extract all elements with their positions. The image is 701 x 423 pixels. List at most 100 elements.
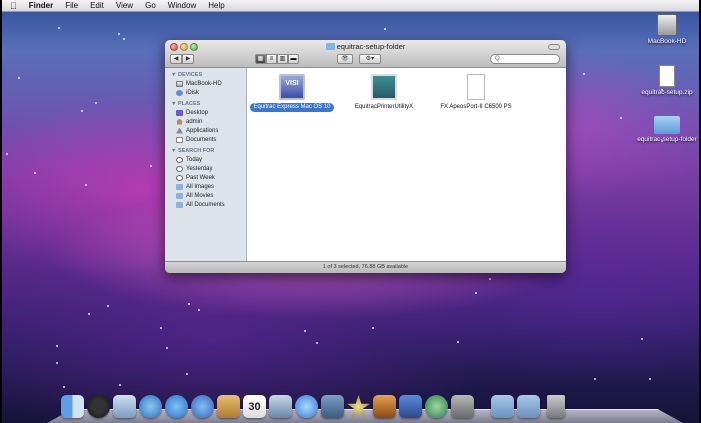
mail-icon[interactable] <box>113 395 136 418</box>
sidebar-item-all-images[interactable]: All Images <box>165 182 246 191</box>
status-bar: 1 of 3 selected, 76.88 GB available <box>165 261 566 273</box>
menu-file[interactable]: File <box>65 1 78 10</box>
sparkle <box>316 342 318 344</box>
system-preferences-icon[interactable] <box>451 395 474 418</box>
hard-drive-icon <box>657 14 677 36</box>
sidebar-item-yesterday[interactable]: Yesterday <box>165 164 246 173</box>
desktop-icon-macbook-hd[interactable]: MacBook-HD <box>635 14 699 45</box>
applications-icon <box>176 127 183 134</box>
back-button[interactable]: ◀ <box>170 54 182 64</box>
ichat-video-icon[interactable] <box>191 395 214 418</box>
itunes-icon[interactable] <box>295 395 318 418</box>
clock-icon <box>176 165 183 172</box>
clock-icon <box>176 174 183 181</box>
sparkle <box>34 172 36 174</box>
smart-folder-icon <box>176 201 183 208</box>
document-icon <box>467 74 485 100</box>
smart-folder-icon <box>176 183 183 190</box>
apple-menu-icon[interactable]:  <box>10 1 17 11</box>
clock-icon <box>176 156 183 163</box>
file-item-printer-utility[interactable]: EquitracPrinterUtilityX <box>339 74 429 112</box>
sidebar: ▼ DEVICES MacBook-HD iDisk ▼ PLACES Desk… <box>165 68 247 261</box>
sparkle <box>198 309 200 311</box>
sidebar-item-macbook-hd[interactable]: MacBook-HD <box>165 79 246 88</box>
sidebar-item-today[interactable]: Today <box>165 155 246 164</box>
sparkle <box>649 378 651 380</box>
finder-icon[interactable] <box>61 395 84 418</box>
sparkle <box>457 341 459 343</box>
sidebar-item-idisk[interactable]: iDisk <box>165 88 246 97</box>
time-machine-icon[interactable] <box>425 395 448 418</box>
sidebar-header-search[interactable]: ▼ SEARCH FOR <box>171 148 246 154</box>
home-icon <box>176 118 183 125</box>
sidebar-item-label: admin <box>186 118 203 125</box>
quick-look-button[interactable]: 👁 <box>337 54 353 64</box>
menu-app-finder[interactable]: Finder <box>29 1 53 10</box>
garageband-icon[interactable] <box>373 395 396 418</box>
sidebar-item-all-movies[interactable]: All Movies <box>165 191 246 200</box>
file-name: Equitrac Express Mac OS 10 <box>250 103 334 112</box>
file-item-equitrac-express[interactable]: VISI Equitrac Express Mac OS 10 <box>247 74 337 112</box>
hard-drive-icon <box>176 80 183 87</box>
sparkle <box>304 330 306 332</box>
zip-file-icon <box>659 65 675 87</box>
sidebar-item-applications[interactable]: Applications <box>165 126 246 135</box>
sparkle <box>81 110 83 112</box>
desktop-icon-label: MacBook-HD <box>647 38 687 45</box>
sparkle <box>56 362 58 364</box>
preview-icon[interactable] <box>269 395 292 418</box>
sidebar-item-documents[interactable]: Documents <box>165 135 246 144</box>
menu-window[interactable]: Window <box>168 1 196 10</box>
downloads-stack-icon[interactable] <box>517 395 540 418</box>
ichat-icon[interactable] <box>165 395 188 418</box>
package-badge: VISI <box>285 80 299 87</box>
sidebar-item-label: All Movies <box>186 192 214 199</box>
menu-help[interactable]: Help <box>208 1 224 10</box>
desktop-icon-zip[interactable]: equitrac-setup.zip <box>635 65 699 96</box>
menu-edit[interactable]: Edit <box>90 1 104 10</box>
desktop-icon <box>176 109 183 116</box>
documents-stack-icon[interactable] <box>491 395 514 418</box>
column-view-button[interactable]: ▥ <box>277 54 288 64</box>
search-input[interactable]: Q <box>490 54 560 64</box>
menu-go[interactable]: Go <box>145 1 156 10</box>
sparkle <box>166 347 168 349</box>
file-item-ppd[interactable]: FX ApeosPort-II C6500 PS <box>431 74 521 112</box>
sparkle <box>150 165 152 167</box>
sidebar-item-past-week[interactable]: Past Week <box>165 173 246 182</box>
sparkle <box>583 73 585 75</box>
coverflow-view-button[interactable]: ▬ <box>288 54 299 64</box>
dashboard-icon[interactable] <box>87 395 110 418</box>
sparkle <box>186 373 188 375</box>
sidebar-header-places[interactable]: ▼ PLACES <box>171 101 246 107</box>
address-book-icon[interactable] <box>217 395 240 418</box>
spaces-icon[interactable] <box>399 395 422 418</box>
sidebar-header-devices[interactable]: ▼ DEVICES <box>171 72 246 78</box>
menu-view[interactable]: View <box>116 1 133 10</box>
sidebar-item-label: iDisk <box>186 89 199 96</box>
toolbar-toggle-button[interactable] <box>548 44 560 50</box>
sidebar-item-label: Desktop <box>186 109 209 116</box>
sidebar-item-desktop[interactable]: Desktop <box>165 108 246 117</box>
idisk-icon <box>176 89 183 96</box>
file-name: EquitracPrinterUtilityX <box>354 104 414 110</box>
list-view-button[interactable]: ≡ <box>266 54 277 64</box>
safari-icon[interactable] <box>139 395 162 418</box>
sidebar-item-label: All Documents <box>186 201 225 208</box>
sparkle <box>594 378 596 380</box>
smart-folder-icon <box>176 192 183 199</box>
forward-button[interactable]: ▶ <box>182 54 194 64</box>
sidebar-item-all-documents[interactable]: All Documents <box>165 200 246 209</box>
desktop-icon-folder[interactable]: equitrac-setup-folder <box>635 116 699 143</box>
iphoto-icon[interactable] <box>321 395 344 418</box>
ical-icon[interactable]: 30 <box>243 395 266 418</box>
sparkle <box>123 38 125 40</box>
sparkle <box>641 338 643 340</box>
sparkle <box>6 153 8 155</box>
sidebar-item-admin[interactable]: admin <box>165 117 246 126</box>
sparkle <box>63 386 65 388</box>
action-gear-button[interactable]: ⚙▾ <box>359 54 381 64</box>
trash-icon[interactable] <box>547 395 565 418</box>
sparkle <box>58 27 60 29</box>
icon-view-button[interactable]: ▦ <box>255 54 266 64</box>
